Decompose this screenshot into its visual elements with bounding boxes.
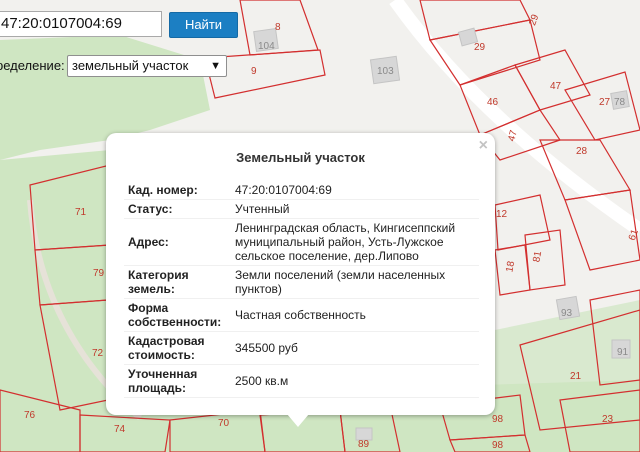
- plot-number: 71: [75, 207, 87, 218]
- attribute-value: Земли поселений (земли населенных пункто…: [235, 268, 446, 296]
- plot-number: 98: [492, 414, 504, 425]
- attributes-table: Кад. номер: 47:20:0107004:69 Статус: Учт…: [124, 181, 479, 398]
- plot-number: 9: [251, 66, 257, 77]
- land-plot-info-popup: × Земельный участок Кад. номер: 47:20:01…: [106, 133, 495, 415]
- building-number: 104: [258, 41, 275, 52]
- search-button[interactable]: Найти: [169, 12, 238, 38]
- attribute-value: 47:20:0107004:69: [235, 183, 332, 197]
- attribute-row: Кадастровая стоимость: 345500 руб: [124, 332, 479, 365]
- plot-number: 8: [275, 22, 281, 33]
- plot-number: 76: [24, 410, 36, 421]
- plot-number: 29: [527, 13, 541, 28]
- plot-number: 29: [474, 42, 486, 53]
- building-number: 91: [617, 347, 629, 358]
- attribute-key: Статус:: [128, 202, 173, 216]
- attribute-key: Форма собственности:: [128, 301, 222, 329]
- attribute-row: Адрес: Ленинградская область, Кингисеппс…: [124, 219, 479, 266]
- attribute-row: Кад. номер: 47:20:0107004:69: [124, 181, 479, 200]
- definition-label: ределение:: [0, 58, 65, 73]
- plot-number: 47: [550, 81, 562, 92]
- popup-title: Земельный участок: [236, 150, 365, 165]
- building-number: 93: [561, 308, 573, 319]
- attribute-value: 2500 кв.м: [235, 374, 289, 388]
- plot-number: 12: [496, 209, 508, 220]
- building-number: 78: [614, 97, 626, 108]
- plot-number: 46: [487, 97, 499, 108]
- cadastral-number-search-input[interactable]: 47:20:0107004:69: [0, 11, 162, 37]
- attribute-key: Адрес:: [128, 235, 169, 249]
- plot-number: 79: [93, 268, 105, 279]
- plot-number: 27: [599, 97, 611, 108]
- building-number: 103: [377, 66, 394, 77]
- attribute-key: Категория земель:: [128, 268, 189, 296]
- attribute-row: Статус: Учтенный: [124, 200, 479, 219]
- attribute-row: Форма собственности: Частная собственнос…: [124, 299, 479, 332]
- attribute-row: Категория земель: Земли поселений (земли…: [124, 266, 479, 299]
- plot-number: 74: [114, 424, 126, 435]
- land-plot-47a[interactable]: [514, 49, 591, 111]
- object-type-select[interactable]: земельный участок ▼: [67, 55, 227, 77]
- plot-number: 18: [504, 260, 517, 273]
- attribute-key: Кад. номер:: [128, 183, 198, 197]
- attribute-key: Уточненная площадь:: [128, 367, 198, 395]
- chevron-down-icon: ▼: [210, 60, 221, 72]
- object-type-selected-value: земельный участок: [72, 58, 189, 73]
- attribute-value: Частная собственность: [235, 308, 366, 322]
- attribute-key: Кадастровая стоимость:: [128, 334, 205, 362]
- plot-number: 28: [576, 146, 588, 157]
- plot-number: 89: [358, 439, 370, 450]
- attribute-value: Ленинградская область, Кингисеппский мун…: [235, 221, 456, 263]
- attribute-value: 345500 руб: [235, 341, 298, 355]
- plot-number: 98: [492, 440, 504, 451]
- land-plot-12[interactable]: [494, 194, 551, 251]
- plot-number: 70: [218, 418, 230, 429]
- popup-pointer: [287, 414, 309, 427]
- attribute-row: Уточненная площадь: 2500 кв.м: [124, 365, 479, 398]
- plot-number: 81: [531, 250, 544, 263]
- plot-number: 23: [602, 414, 614, 425]
- plot-number: 72: [92, 348, 104, 359]
- plot-number: 21: [570, 371, 582, 382]
- attribute-value: Учтенный: [235, 202, 290, 216]
